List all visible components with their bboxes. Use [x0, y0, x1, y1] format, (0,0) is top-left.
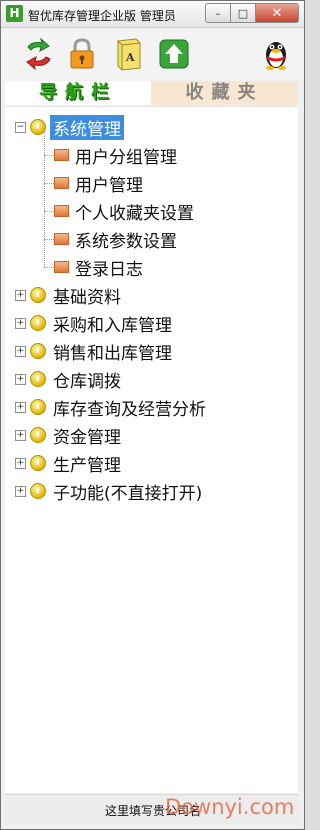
maximize-button[interactable]: □ [231, 3, 256, 23]
tree-connector [44, 239, 54, 240]
tree-leaf-user-group-management[interactable]: 用户分组管理 [54, 144, 177, 168]
tree-leaf-label: 用户管理 [75, 175, 143, 196]
tree-leaf-user-management[interactable]: 用户管理 [54, 172, 143, 196]
tree-connector [44, 155, 54, 156]
tree-leaf-personal-favorites-settings[interactable]: 个人收藏夹设置 [54, 200, 194, 224]
minimize-button[interactable]: – [205, 3, 231, 23]
tree-connector [44, 211, 54, 212]
title-bar[interactable]: H 智优库存管理企业版 管理员 – □ ✕ [1, 1, 304, 28]
folder-icon [54, 233, 69, 245]
bulb-icon [30, 455, 46, 471]
tree-node-label: 生产管理 [53, 455, 121, 476]
svg-text:A: A [125, 51, 135, 64]
folder-icon [54, 149, 69, 161]
tree-node-label: 子功能(不直接打开) [53, 483, 203, 504]
tree-node-inventory-analysis[interactable]: + 库存查询及经营分析 [15, 396, 209, 420]
app-icon: H [6, 5, 23, 22]
tree-node-sales[interactable]: + 销售和出库管理 [15, 340, 175, 364]
tree-node-funds[interactable]: + 资金管理 [15, 424, 124, 448]
tree-leaf-label: 系统参数设置 [75, 231, 177, 252]
tab-favorites[interactable]: 收藏夹 [151, 81, 298, 105]
folder-icon [54, 205, 69, 217]
refresh-arrow-icon[interactable] [22, 37, 56, 71]
tab-navigation[interactable]: 导航栏 [5, 81, 151, 105]
tree-connector [44, 130, 45, 267]
expand-toggle[interactable]: + [15, 373, 26, 385]
collapse-toggle[interactable]: − [15, 121, 26, 133]
tree-node-label: 销售和出库管理 [53, 343, 172, 364]
tree-leaf-system-parameters[interactable]: 系统参数设置 [54, 228, 177, 252]
tree-leaf-label: 用户分组管理 [75, 147, 177, 168]
bulb-icon [30, 119, 46, 135]
tree-leaf-login-log[interactable]: 登录日志 [54, 256, 143, 280]
status-bar: 这里填写贵公司名 Downyi.com [5, 794, 298, 825]
tree-node-label: 资金管理 [53, 427, 121, 448]
tree-node-basic-data[interactable]: + 基础资料 [15, 284, 124, 308]
tree-connector [44, 267, 54, 268]
tree-node-warehouse-transfer[interactable]: + 仓库调拨 [15, 368, 124, 392]
tree-node-purchasing[interactable]: + 采购和入库管理 [15, 312, 175, 336]
folder-icon [54, 261, 69, 273]
window-title: 智优库存管理企业版 管理员 [28, 9, 176, 23]
expand-toggle[interactable]: + [15, 289, 26, 301]
expand-toggle[interactable]: + [15, 457, 26, 469]
bulb-icon [30, 427, 46, 443]
tree-node-production[interactable]: + 生产管理 [15, 452, 124, 476]
tree-node-system-management[interactable]: − 系统管理 [15, 114, 124, 140]
close-button[interactable]: ✕ [256, 3, 299, 23]
tree-node-label: 库存查询及经营分析 [53, 399, 206, 420]
bulb-icon [30, 287, 46, 303]
bulb-icon [30, 315, 46, 331]
tree-leaf-label: 个人收藏夹设置 [75, 203, 194, 224]
panel-tabs: 导航栏 收藏夹 [5, 81, 298, 105]
toolbar: A [1, 28, 304, 80]
navigation-tree: − 系统管理 用户分组管理 用户管理 个人收藏夹设置 系统参数设置 登录日志 + [5, 106, 298, 793]
bulb-icon [30, 343, 46, 359]
bulb-icon [30, 483, 46, 499]
tree-node-sub-functions[interactable]: + 子功能(不直接打开) [15, 480, 205, 504]
folder-icon [54, 177, 69, 189]
book-icon[interactable]: A [112, 37, 146, 71]
expand-toggle[interactable]: + [15, 317, 26, 329]
expand-toggle[interactable]: + [15, 345, 26, 357]
expand-toggle[interactable]: + [15, 401, 26, 413]
tree-node-label: 基础资料 [53, 287, 121, 308]
upload-icon[interactable] [157, 37, 191, 71]
tree-node-label: 系统管理 [50, 114, 124, 140]
expand-toggle[interactable]: + [15, 485, 26, 497]
tree-node-label: 仓库调拨 [53, 371, 121, 392]
lock-icon[interactable] [65, 37, 99, 71]
app-window: H 智优库存管理企业版 管理员 – □ ✕ A 导航栏 收藏夹 − 系统管理 用… [0, 0, 305, 830]
watermark: Downyi.com [165, 795, 295, 819]
window-controls: – □ ✕ [205, 3, 299, 23]
bulb-icon [30, 399, 46, 415]
tree-connector [44, 183, 54, 184]
bulb-icon [30, 371, 46, 387]
expand-toggle[interactable]: + [15, 429, 26, 441]
tree-leaf-label: 登录日志 [75, 259, 143, 280]
tree-node-label: 采购和入库管理 [53, 315, 172, 336]
qq-penguin-icon[interactable] [259, 37, 293, 71]
